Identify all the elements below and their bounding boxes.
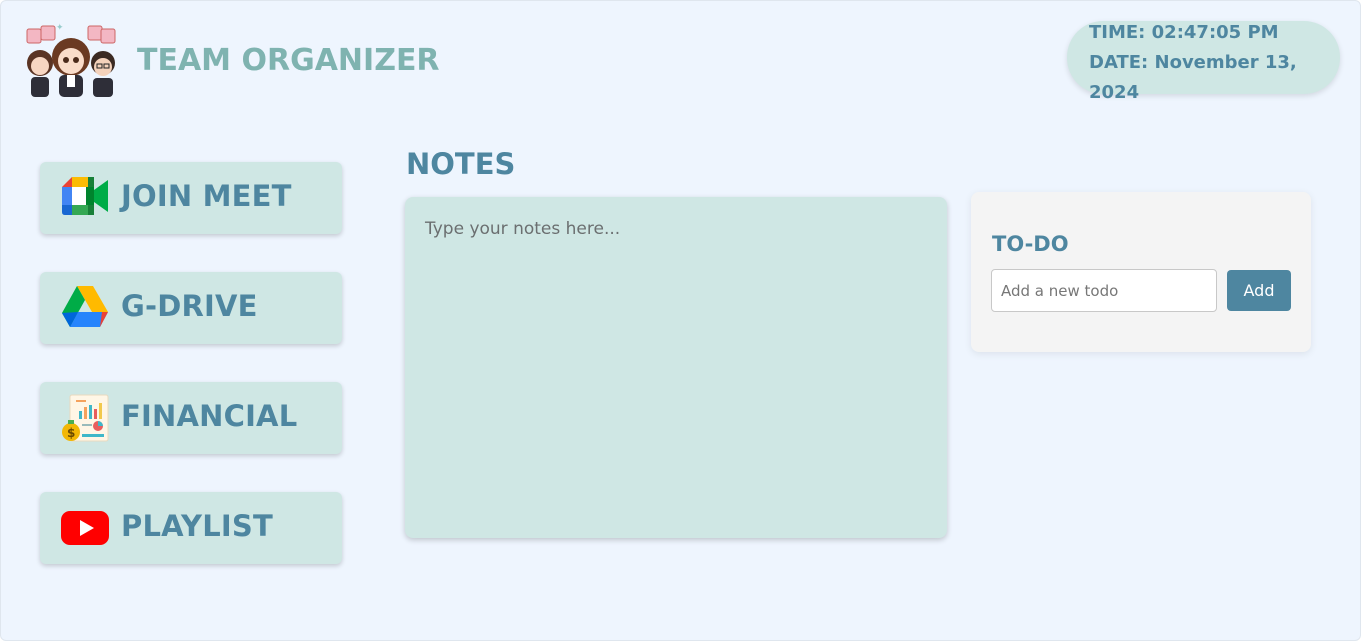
app-page: ✦ TEAM ORGANIZER TIME: 02:47:05 PM DATE:…: [0, 0, 1361, 641]
g-drive-label: G-DRIVE: [121, 289, 258, 323]
todo-heading: TO-DO: [992, 232, 1069, 256]
financial-report-icon: $: [60, 393, 110, 443]
google-meet-icon: [60, 173, 110, 223]
notes-textarea[interactable]: [405, 197, 947, 538]
youtube-icon: [60, 503, 110, 553]
financial-button[interactable]: $ FINANCIAL: [40, 382, 342, 454]
google-drive-icon: [60, 283, 110, 333]
financial-label: FINANCIAL: [121, 399, 298, 433]
svg-text:✦: ✦: [56, 23, 64, 33]
team-organizer-logo: ✦: [23, 21, 121, 107]
playlist-label: PLAYLIST: [121, 509, 273, 543]
todo-panel: TO-DO Add: [971, 192, 1311, 352]
add-todo-button[interactable]: Add: [1227, 270, 1291, 311]
g-drive-button[interactable]: G-DRIVE: [40, 272, 342, 344]
svg-text:$: $: [67, 426, 75, 440]
todo-input[interactable]: [991, 269, 1217, 312]
notes-heading: NOTES: [406, 147, 516, 181]
join-meet-label: JOIN MEET: [121, 179, 292, 213]
datetime-badge: TIME: 02:47:05 PM DATE: November 13, 202…: [1067, 21, 1340, 103]
app-title: TEAM ORGANIZER: [137, 43, 440, 78]
time-display: TIME: 02:47:05 PM: [1089, 22, 1279, 43]
playlist-button[interactable]: PLAYLIST: [40, 492, 342, 564]
join-meet-button[interactable]: JOIN MEET: [40, 162, 342, 234]
date-display: DATE: November 13, 2024: [1089, 52, 1297, 103]
